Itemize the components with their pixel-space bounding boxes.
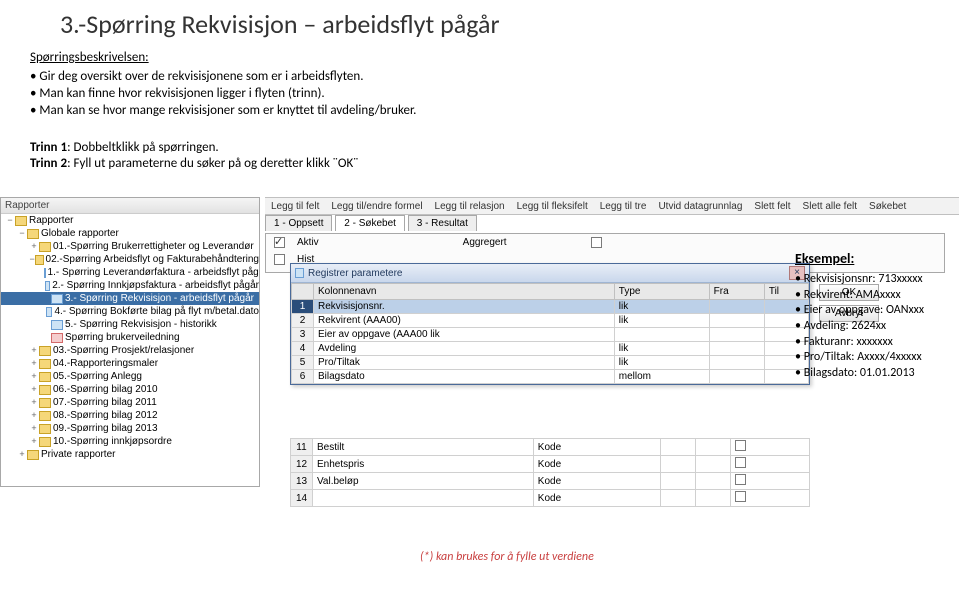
col-kolonnenavn: Kolonnenavn bbox=[314, 284, 615, 300]
description-heading: Spørringsbeskrivelsen: bbox=[30, 50, 959, 67]
tb-add-flexi[interactable]: Legg til fleksifelt bbox=[515, 201, 590, 212]
checkbox-aggregert[interactable] bbox=[591, 237, 602, 248]
table-row[interactable]: 2 Rekvirent (AAA00) lik bbox=[292, 314, 809, 328]
steps-block: Trinn 1: Dobbeltklikk på spørringen. Tri… bbox=[0, 120, 959, 174]
dialog-titlebar: Registrer parametere × bbox=[291, 264, 809, 283]
checkbox-hist[interactable] bbox=[274, 254, 285, 265]
step1-text: : Dobbeltklikk på spørringen. bbox=[67, 140, 219, 155]
description-block: Spørringsbeskrivelsen: Gir deg oversikt … bbox=[0, 40, 959, 120]
tree-private[interactable]: +Private rapporter bbox=[1, 448, 259, 461]
tree-globale[interactable]: −Globale rapporter bbox=[1, 227, 259, 240]
tb-add-tree[interactable]: Legg til tre bbox=[598, 201, 649, 212]
example-item: Eier av oppgave: OANxxx bbox=[795, 303, 955, 319]
desc-bullet: Gir deg oversikt over de rekvisisjonene … bbox=[30, 69, 959, 86]
table-row[interactable]: 3 Eier av oppgave (AAA00 lik bbox=[292, 328, 809, 342]
example-heading: Eksempel: bbox=[795, 250, 955, 268]
tree-folder-02[interactable]: −02.-Spørring Arbeidsflyt og Fakturabehå… bbox=[1, 253, 259, 266]
tree-query-4[interactable]: 4.- Spørring Bokførte bilag på flyt m/be… bbox=[1, 305, 259, 318]
tab-sokebet[interactable]: 2 - Søkebet bbox=[335, 215, 405, 231]
tb-add-formula[interactable]: Legg til/endre formel bbox=[329, 201, 424, 212]
table-row[interactable]: 4 Avdeling lik bbox=[292, 342, 809, 356]
tree-query-bv[interactable]: Spørring brukerveiledning bbox=[1, 331, 259, 344]
step2-text: : Fyll ut parameterne du søker på og der… bbox=[67, 156, 358, 171]
tree-query-1[interactable]: 1.- Spørring Leverandørfaktura - arbeids… bbox=[1, 266, 259, 279]
lower-rows: 11BestiltKode 12EnhetsprisKode 13Val.bel… bbox=[290, 438, 810, 507]
tree-header: Rapporter bbox=[1, 198, 259, 214]
report-tree[interactable]: Rapporter −Rapporter −Globale rapporter … bbox=[0, 197, 260, 487]
step1-label: Trinn 1 bbox=[30, 140, 67, 155]
example-item: Rekvirent: AMAxxxx bbox=[795, 288, 955, 304]
tb-add-field[interactable]: Legg til felt bbox=[269, 201, 321, 212]
tree-folder-08[interactable]: +08.-Spørring bilag 2012 bbox=[1, 409, 259, 422]
checkbox-row[interactable] bbox=[735, 440, 746, 451]
checkbox-row[interactable] bbox=[735, 474, 746, 485]
page-title: 3.-Spørring Rekvisisjon – arbeidsflyt på… bbox=[0, 0, 959, 40]
col-fra: Fra bbox=[709, 284, 764, 300]
table-row[interactable]: 1 Rekvisisjonsnr. lik bbox=[292, 300, 809, 314]
field-toolbar: Legg til felt Legg til/endre formel Legg… bbox=[265, 197, 959, 215]
table-row[interactable]: 5 Pro/Tiltak lik bbox=[292, 356, 809, 370]
table-row[interactable]: 14Kode bbox=[291, 490, 810, 507]
checkbox-row[interactable] bbox=[735, 457, 746, 468]
tb-delete-field[interactable]: Slett felt bbox=[752, 201, 792, 212]
tree-query-3[interactable]: 3.- Spørring Rekvisisjon - arbeidsflyt p… bbox=[1, 292, 259, 305]
tree-folder-03[interactable]: +03.-Spørring Prosjekt/relasjoner bbox=[1, 344, 259, 357]
example-box: Eksempel: Rekvisisjonsnr: 713xxxxx Rekvi… bbox=[795, 250, 955, 381]
example-item: Rekvisisjonsnr: 713xxxxx bbox=[795, 272, 955, 288]
tree-folder-05[interactable]: +05.-Spørring Anlegg bbox=[1, 370, 259, 383]
checkbox-aktiv[interactable] bbox=[274, 237, 285, 248]
label-aktiv: Aktiv bbox=[297, 237, 319, 248]
tree-folder-10[interactable]: +10.-Spørring innkjøpsordre bbox=[1, 435, 259, 448]
tb-delete-all[interactable]: Slett alle felt bbox=[801, 201, 859, 212]
tb-expand-data[interactable]: Utvid datagrunnlag bbox=[656, 201, 744, 212]
tree-folder-06[interactable]: +06.-Spørring bilag 2010 bbox=[1, 383, 259, 396]
tree-query-2[interactable]: 2.- Spørring Innkjøpsfaktura - arbeidsfl… bbox=[1, 279, 259, 292]
tb-add-relation[interactable]: Legg til relasjon bbox=[433, 201, 507, 212]
tab-resultat[interactable]: 3 - Resultat bbox=[408, 215, 477, 231]
table-row[interactable]: 11BestiltKode bbox=[291, 439, 810, 456]
step2-label: Trinn 2 bbox=[30, 156, 67, 171]
label-aggregert: Aggregert bbox=[463, 237, 507, 248]
desc-bullet: Man kan finne hvor rekvisisjonen ligger … bbox=[30, 86, 959, 103]
tree-root[interactable]: −Rapporter bbox=[1, 214, 259, 227]
table-row[interactable]: 13Val.beløpKode bbox=[291, 473, 810, 490]
tree-folder-09[interactable]: +09.-Spørring bilag 2013 bbox=[1, 422, 259, 435]
table-row[interactable]: 6 Bilagsdato mellom bbox=[292, 370, 809, 384]
params-table: Kolonnenavn Type Fra Til 1 Rekvisisjonsn… bbox=[291, 283, 809, 384]
table-row[interactable]: 12EnhetsprisKode bbox=[291, 456, 810, 473]
footnote: (*) kan brukes for å fylle ut verdiene bbox=[420, 550, 594, 564]
tree-folder-01[interactable]: +01.-Spørring Brukerrettigheter og Lever… bbox=[1, 240, 259, 253]
example-item: Pro/Tiltak: Axxxx/4xxxxx bbox=[795, 350, 955, 366]
desc-bullet: Man kan se hvor mange rekvisisjoner som … bbox=[30, 103, 959, 120]
tree-query-5[interactable]: 5.- Spørring Rekvisisjon - historikk bbox=[1, 318, 259, 331]
tab-oppsett[interactable]: 1 - Oppsett bbox=[265, 215, 332, 231]
checkbox-row[interactable] bbox=[735, 491, 746, 502]
col-type: Type bbox=[614, 284, 709, 300]
tree-folder-07[interactable]: +07.-Spørring bilag 2011 bbox=[1, 396, 259, 409]
tree-folder-04[interactable]: +04.-Rapporteringsmaler bbox=[1, 357, 259, 370]
example-item: Bilagsdato: 01.01.2013 bbox=[795, 366, 955, 382]
register-params-dialog: Registrer parametere × Kolonnenavn Type … bbox=[290, 263, 810, 385]
example-item: Fakturanr: xxxxxxx bbox=[795, 335, 955, 351]
tabs-row: 1 - Oppsett 2 - Søkebet 3 - Resultat bbox=[265, 215, 477, 231]
dialog-title: Registrer parametere bbox=[308, 268, 402, 279]
example-item: Avdeling: 2624xx bbox=[795, 319, 955, 335]
tb-search[interactable]: Søkebet bbox=[867, 201, 908, 212]
dialog-icon bbox=[295, 268, 304, 278]
